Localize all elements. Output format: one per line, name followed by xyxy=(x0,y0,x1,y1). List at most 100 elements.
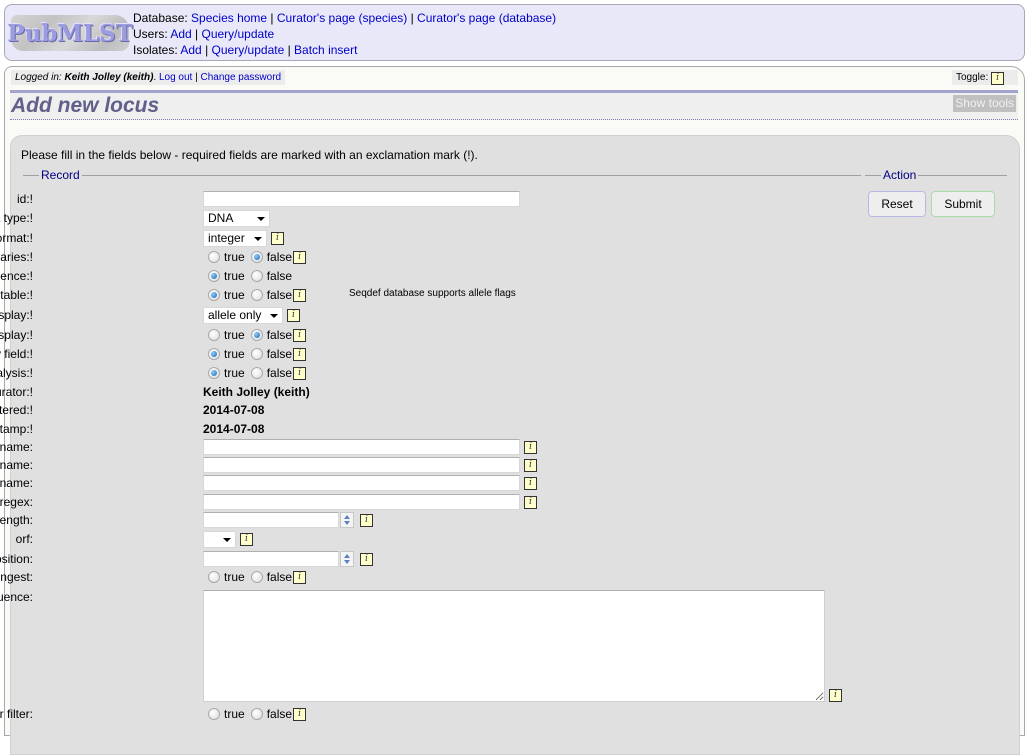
isolates-add-link[interactable]: Add xyxy=(180,43,201,57)
coding-sequence-true-radio[interactable] xyxy=(208,270,220,282)
curators-page-database-link[interactable]: Curator's page (database) xyxy=(417,11,556,25)
logout-link[interactable]: Log out xyxy=(159,72,192,83)
curator-value: Keith Jolley (keith) xyxy=(203,385,310,399)
chevron-down-icon xyxy=(223,537,231,542)
info-icon[interactable]: i xyxy=(524,495,537,509)
data-type-select[interactable]: DNA xyxy=(203,209,270,227)
pcr-filter-false-radio[interactable] xyxy=(250,708,263,720)
field-match-longest: match longest: true false i xyxy=(0,568,861,586)
info-icon[interactable]: i xyxy=(524,440,537,454)
field-date-entered: date entered:! 2014-07-08 xyxy=(0,403,265,417)
genome-position-spinner[interactable] xyxy=(340,551,354,567)
query-field-true-radio[interactable] xyxy=(208,348,220,360)
flag-table-true-radio[interactable] xyxy=(208,289,220,301)
field-allele-id-regex: allele id regex: i xyxy=(0,493,861,511)
field-analysis: analysis:! true false i xyxy=(0,364,861,382)
field-datestamp: datestamp:! 2014-07-08 xyxy=(0,422,265,436)
logged-in-user: Keith Jolley (keith) xyxy=(64,72,154,83)
query-field-false-radio[interactable] xyxy=(250,348,263,360)
info-icon[interactable]: i xyxy=(524,458,537,472)
info-icon[interactable]: i xyxy=(271,231,284,245)
analysis-true-radio[interactable] xyxy=(208,367,220,379)
length-varies-true-radio[interactable] xyxy=(208,251,220,263)
field-formatted-name: formatted name: i xyxy=(0,438,861,456)
header-nav: Database: Species home | Curator's page … xyxy=(133,10,556,58)
match-longest-false-radio[interactable] xyxy=(250,571,263,583)
info-icon[interactable]: i xyxy=(829,689,842,702)
form-instructions: Please fill in the fields below - requir… xyxy=(21,148,478,162)
reference-sequence-textarea[interactable] xyxy=(203,590,825,702)
field-common-name: common name: i xyxy=(0,456,861,474)
analysis-false-radio[interactable] xyxy=(250,367,263,379)
field-query-field: query field:! true false i xyxy=(0,345,861,363)
info-icon[interactable]: i xyxy=(293,366,307,380)
match-longest-true-radio[interactable] xyxy=(208,571,220,583)
species-home-link[interactable]: Species home xyxy=(191,11,267,25)
action-fieldset: Action xyxy=(865,168,1007,182)
chevron-down-icon xyxy=(257,216,265,221)
coding-sequence-false-radio[interactable] xyxy=(250,270,263,282)
field-reference-sequence: reference sequence: i xyxy=(0,588,861,708)
isolates-batch-insert-link[interactable]: Batch insert xyxy=(294,43,357,57)
reset-button[interactable]: Reset xyxy=(868,191,926,217)
field-length-varies: length varies:! true false i xyxy=(0,248,861,266)
common-name-input[interactable] xyxy=(203,457,520,473)
info-icon[interactable]: i xyxy=(240,532,253,546)
users-query-update-link[interactable]: Query/update xyxy=(202,27,275,41)
field-curator: curator:! Keith Jolley (keith) xyxy=(0,385,310,399)
record-fieldset: Record xyxy=(23,168,861,182)
info-icon[interactable]: i xyxy=(293,328,307,342)
show-tools-button[interactable]: Show tools xyxy=(953,95,1016,112)
isolate-display-select[interactable]: allele only xyxy=(203,306,283,324)
chevron-down-icon xyxy=(254,236,262,241)
field-coding-sequence: coding sequence:! true false xyxy=(0,269,293,283)
change-password-link[interactable]: Change password xyxy=(201,72,282,83)
info-icon[interactable]: i xyxy=(524,476,537,490)
field-allele-id-format: allele id format:! integer i xyxy=(0,229,861,247)
pcr-filter-true-radio[interactable] xyxy=(208,708,220,720)
flag-table-note: Seqdef database supports allele flags xyxy=(349,288,516,299)
field-length: length: i xyxy=(0,511,861,529)
allele-id-format-select[interactable]: integer xyxy=(203,229,267,247)
info-icon[interactable]: i xyxy=(991,72,1005,85)
info-icon[interactable]: i xyxy=(293,570,307,584)
field-formatted-common-name: formatted common name: i xyxy=(0,474,861,492)
orf-select[interactable] xyxy=(203,530,236,548)
login-status: Logged in: Keith Jolley (keith). Log out… xyxy=(11,70,286,85)
main-display-true-radio[interactable] xyxy=(208,329,220,341)
info-icon[interactable]: i xyxy=(287,308,300,322)
info-icon[interactable]: i xyxy=(293,288,307,302)
field-main-display: main display:! true false i xyxy=(0,326,861,344)
length-varies-false-radio[interactable] xyxy=(250,251,263,263)
main-display-false-radio[interactable] xyxy=(250,329,263,341)
info-icon[interactable]: i xyxy=(293,347,307,361)
curators-page-species-link[interactable]: Curator's page (species) xyxy=(277,11,407,25)
chevron-down-icon xyxy=(270,313,278,318)
length-input[interactable] xyxy=(203,512,339,528)
submit-button[interactable]: Submit xyxy=(931,191,995,217)
date-entered-value: 2014-07-08 xyxy=(203,403,265,417)
toggle-help: Toggle: i xyxy=(952,70,1018,85)
users-add-link[interactable]: Add xyxy=(170,27,191,41)
length-spinner[interactable] xyxy=(340,512,354,528)
info-icon[interactable]: i xyxy=(293,707,307,721)
add-locus-form: Please fill in the fields below - requir… xyxy=(0,135,1020,755)
genome-position-input[interactable] xyxy=(203,551,339,567)
field-genome-position: genome position: i xyxy=(0,550,861,568)
formatted-name-input[interactable] xyxy=(203,439,520,455)
page-title: Add new locus xyxy=(11,94,160,117)
isolates-query-update-link[interactable]: Query/update xyxy=(212,43,285,57)
info-icon[interactable]: i xyxy=(360,513,373,527)
allele-id-regex-input[interactable] xyxy=(203,494,520,510)
site-header: PubMLST Database: Species home | Curator… xyxy=(4,4,1025,61)
info-icon[interactable]: i xyxy=(293,250,307,264)
field-pcr-filter: pcr filter: true false i xyxy=(0,705,861,723)
flag-table-false-radio[interactable] xyxy=(250,289,263,301)
field-id: id:! xyxy=(11,190,861,208)
isolates-nav-row: Isolates: Add | Query/update | Batch ins… xyxy=(133,43,358,57)
title-bar: Add new locus Show tools xyxy=(10,90,1018,120)
info-icon[interactable]: i xyxy=(360,552,373,566)
pubmlst-logo[interactable]: PubMLST xyxy=(7,15,133,51)
id-input[interactable] xyxy=(203,191,520,207)
formatted-common-name-input[interactable] xyxy=(203,475,520,491)
